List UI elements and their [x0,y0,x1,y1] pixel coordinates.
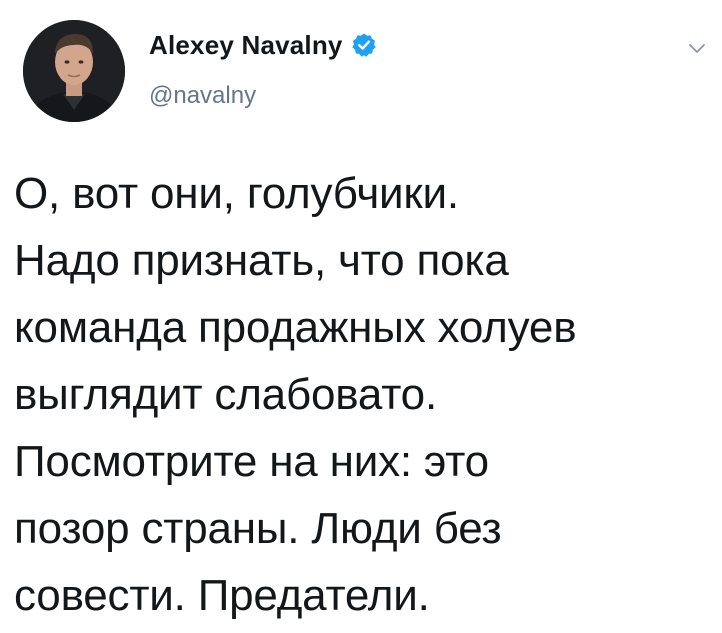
chevron-down-icon[interactable] [688,42,706,54]
author-name-row: Alexey Navalny [149,28,377,62]
tweet-text-line: выглядит слабовато. [14,370,437,419]
tweet-text-line: позор страны. Люди без [14,504,502,553]
tweet-text-line: Посмотрите на них: это [14,437,489,486]
avatar-image [23,20,125,122]
author-display-name[interactable]: Alexey Navalny [149,30,343,61]
tweet-text-line: команда продажных холуев [14,303,577,352]
tweet-card: Alexey Navalny @navalny О, вот они, голу… [0,0,722,633]
tweet-text: О, вот они, голубчики. Надо признать, чт… [14,160,714,629]
tweet-text-line: совести. Предатели. [14,571,430,620]
author-avatar[interactable] [23,20,125,122]
tweet-text-line: О, вот они, голубчики. [14,169,459,218]
tweet-text-line: Надо признать, что пока [14,236,509,285]
author-handle[interactable]: @navalny [149,82,256,110]
verified-badge-icon [351,32,377,58]
